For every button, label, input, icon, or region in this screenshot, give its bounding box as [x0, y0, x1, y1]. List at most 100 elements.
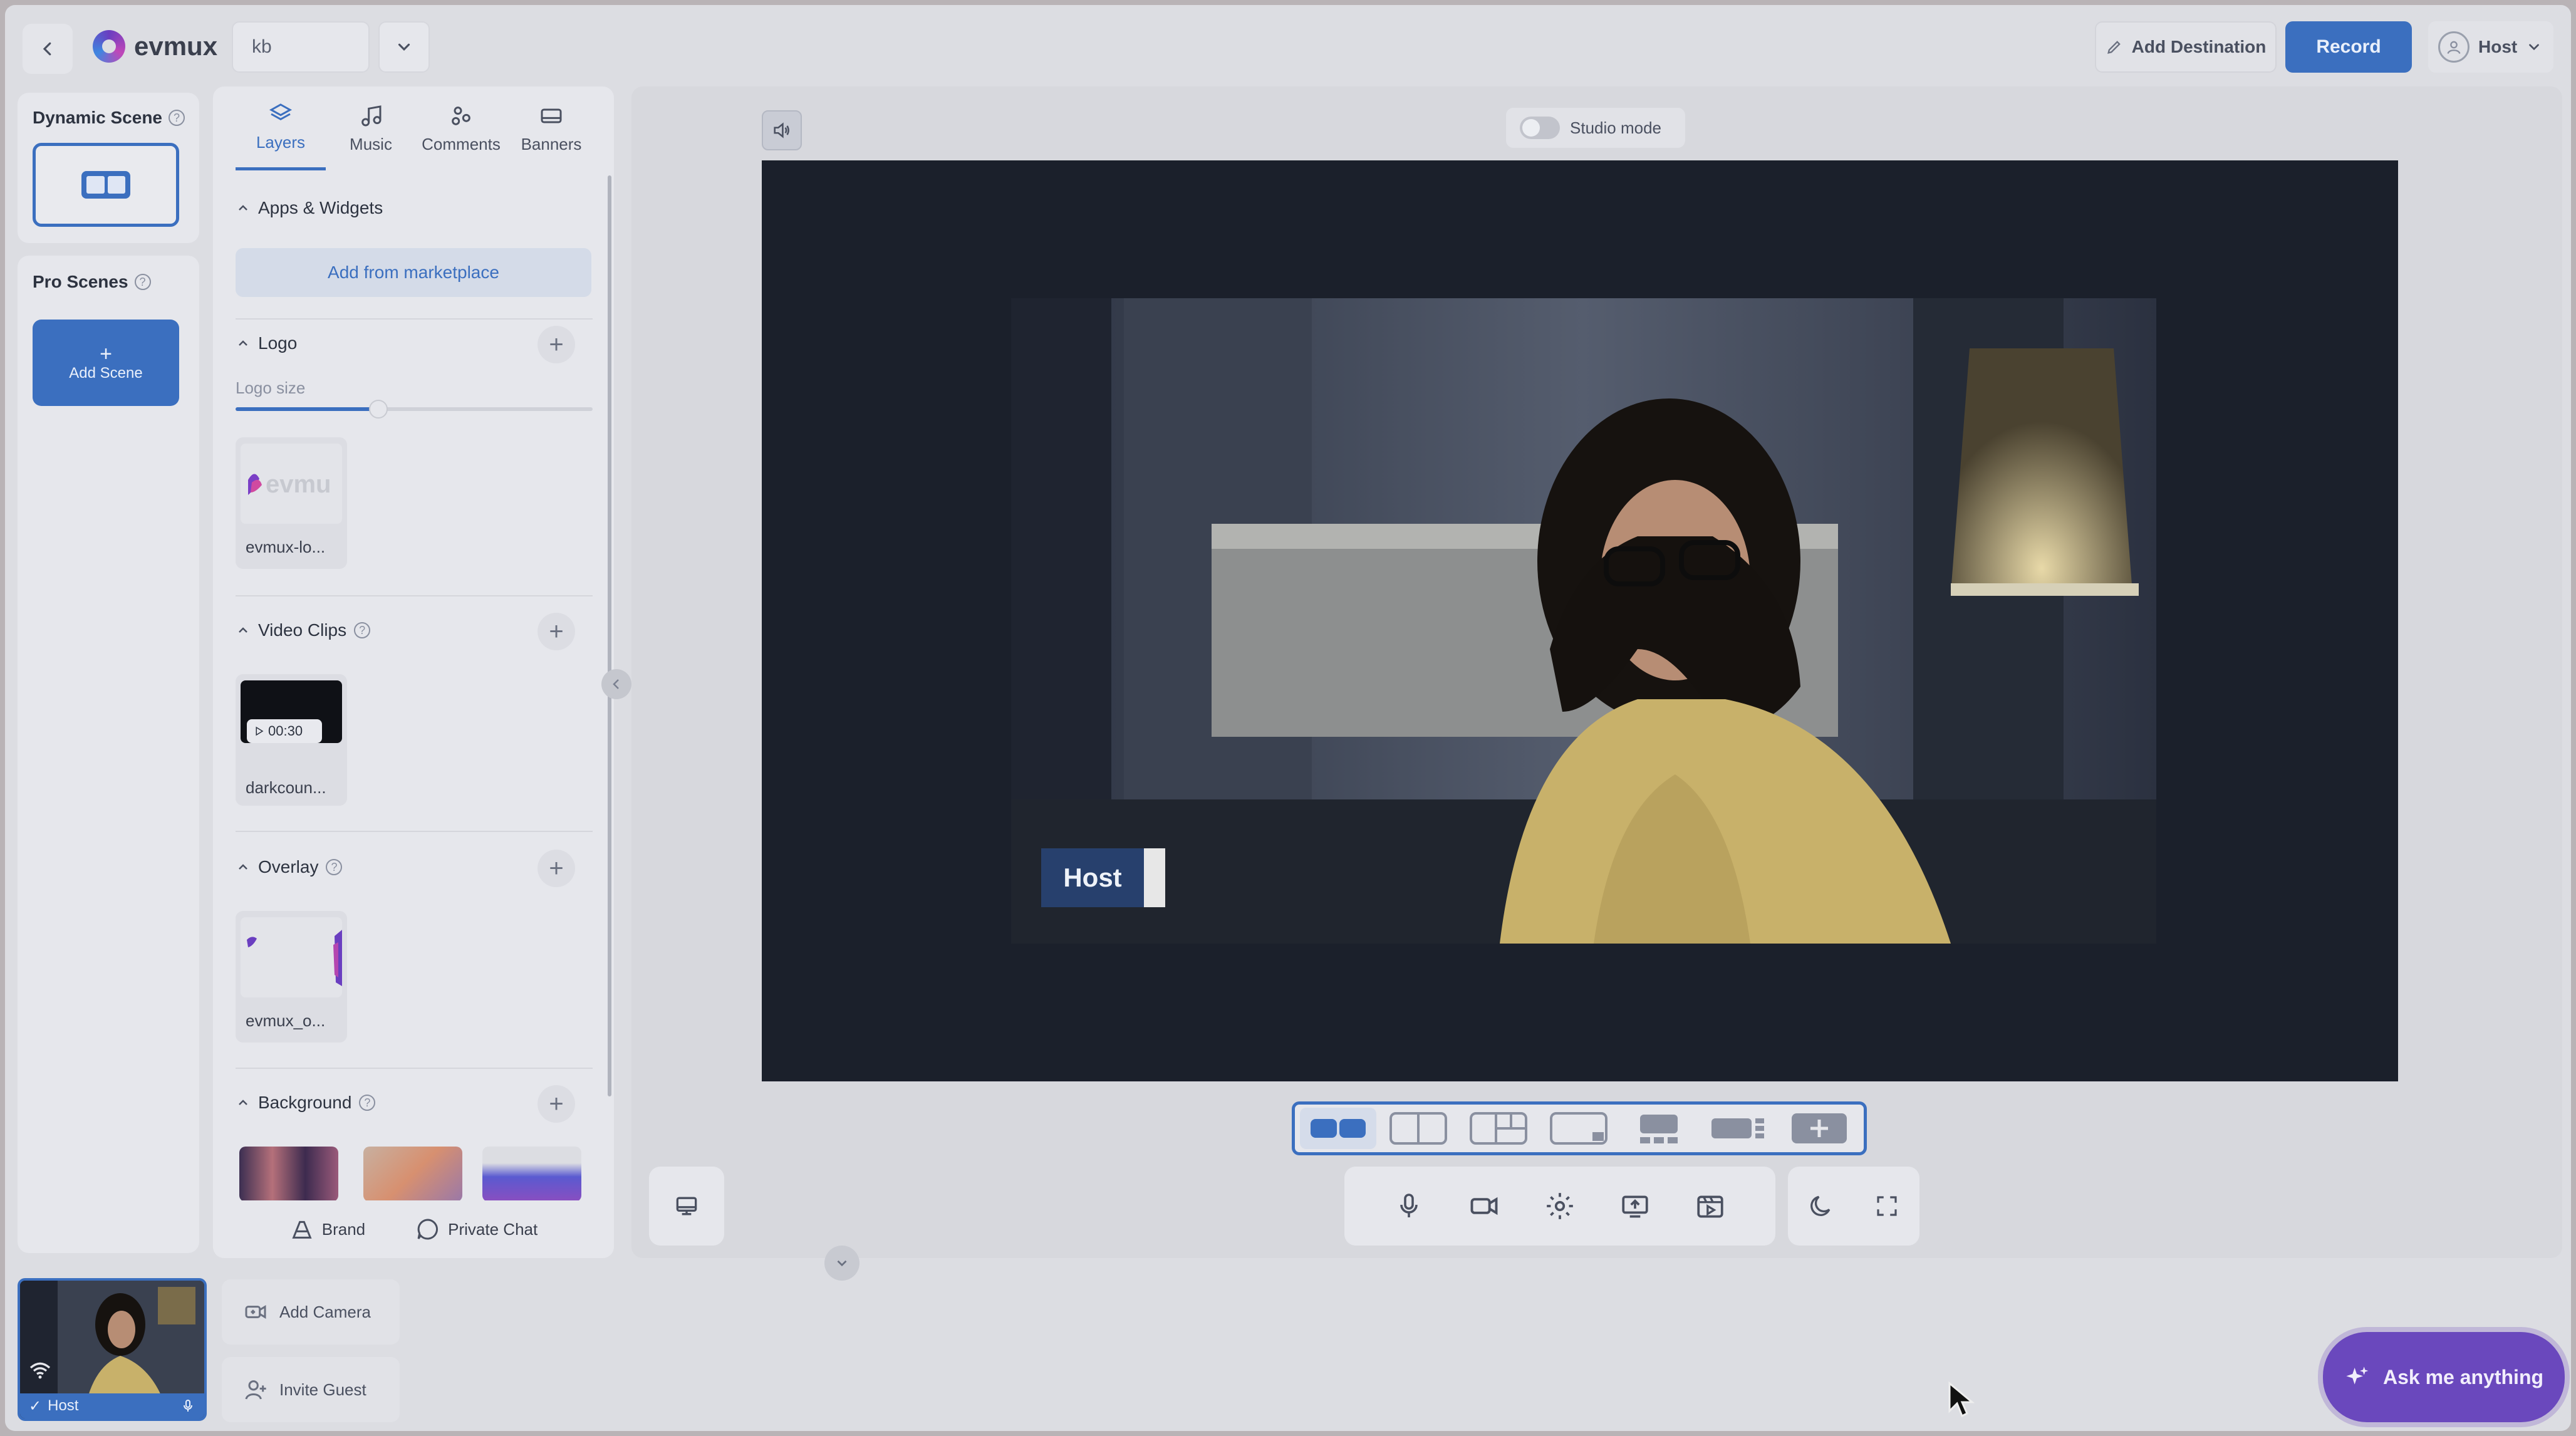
- audio-button[interactable]: [762, 110, 802, 150]
- chevron-up-icon: [239, 1100, 247, 1105]
- add-background-button[interactable]: +: [538, 1085, 575, 1123]
- fullscreen-icon[interactable]: [1874, 1193, 1900, 1219]
- pro-scenes-card: Pro Scenes ? + Add Scene: [18, 256, 199, 1253]
- collapse-panel-button[interactable]: [601, 669, 631, 699]
- add-layout-button[interactable]: [1781, 1108, 1857, 1149]
- name-tag[interactable]: Host: [1041, 848, 1165, 907]
- chevron-up-icon: [239, 627, 247, 633]
- background-thumbnail[interactable]: [363, 1147, 462, 1202]
- user-menu[interactable]: Host: [2428, 21, 2553, 73]
- media-library-icon[interactable]: [1695, 1190, 1726, 1222]
- layout-pip-button[interactable]: [1540, 1108, 1617, 1149]
- invite-guest-button[interactable]: Invite Guest: [222, 1357, 400, 1422]
- video-asset-name: darkcoun...: [246, 778, 326, 797]
- help-icon[interactable]: ?: [354, 622, 371, 638]
- video-clips-section-header[interactable]: Video Clips ?: [236, 620, 371, 640]
- overlay-section-header[interactable]: Overlay ?: [236, 857, 343, 877]
- overlay-asset-card[interactable]: evmux_o...: [236, 911, 347, 1043]
- logo-asset-card[interactable]: evmu evmux-lo...: [236, 437, 347, 569]
- play-icon: [256, 726, 264, 736]
- share-screen-icon[interactable]: [1619, 1190, 1651, 1222]
- comments-icon: [452, 106, 470, 125]
- monitor-icon: [676, 1197, 697, 1215]
- tab-comments[interactable]: Comments: [416, 86, 506, 170]
- help-icon[interactable]: ?: [359, 1095, 376, 1111]
- background-thumbnail[interactable]: [482, 1147, 581, 1202]
- microphone-icon[interactable]: [1394, 1191, 1424, 1221]
- tab-banners[interactable]: Banners: [506, 86, 596, 170]
- chevron-up-icon: [239, 864, 247, 870]
- logo-size-slider[interactable]: [236, 400, 593, 419]
- add-camera-button[interactable]: Add Camera: [222, 1279, 400, 1345]
- add-video-clip-button[interactable]: +: [538, 613, 575, 650]
- plus-icon: +: [549, 1090, 564, 1118]
- scene-dropdown-button[interactable]: [378, 21, 430, 73]
- help-icon[interactable]: ?: [169, 110, 185, 126]
- panel-scrollbar[interactable]: [608, 175, 611, 1096]
- slider-handle[interactable]: [369, 400, 388, 419]
- add-overlay-button[interactable]: +: [538, 850, 575, 887]
- tab-comments-label: Comments: [422, 134, 501, 153]
- add-scene-label: Add Scene: [69, 365, 143, 382]
- dark-mode-icon[interactable]: [1807, 1192, 1835, 1220]
- layout-split-button[interactable]: [1380, 1108, 1457, 1149]
- logo-asset-thumbnail: evmu: [241, 444, 342, 524]
- layout-split-icon: [1389, 1112, 1447, 1145]
- add-logo-button[interactable]: +: [538, 326, 575, 363]
- help-icon[interactable]: ?: [326, 859, 343, 875]
- expand-bottom-button[interactable]: [824, 1246, 860, 1281]
- overlay-graphic-icon: [247, 930, 342, 986]
- host-tile-label: Host: [48, 1397, 79, 1414]
- layout-grid-button[interactable]: [1460, 1108, 1537, 1149]
- tab-music[interactable]: Music: [326, 86, 416, 170]
- camera-icon[interactable]: [1468, 1190, 1500, 1222]
- plus-icon: +: [549, 330, 564, 358]
- layout-sidebar-icon: [1711, 1118, 1764, 1138]
- mouse-cursor-icon: [1948, 1381, 1975, 1418]
- logo-asset-name: evmux-lo...: [246, 538, 326, 556]
- ask-me-anything-button[interactable]: Ask me anything: [2323, 1332, 2565, 1422]
- host-camera-tile[interactable]: ✓ Host: [18, 1278, 207, 1421]
- scene-name-input[interactable]: kb: [232, 21, 370, 73]
- host-tile-bar: ✓ Host: [20, 1393, 204, 1418]
- toggle-switch[interactable]: [1520, 117, 1560, 139]
- ask-label: Ask me anything: [2382, 1365, 2544, 1388]
- back-button[interactable]: [23, 24, 73, 74]
- background-section-header[interactable]: Background ?: [236, 1093, 376, 1113]
- video-asset-card[interactable]: 14 00:30 darkcoun...: [236, 674, 347, 806]
- brand-button[interactable]: Brand: [289, 1217, 365, 1242]
- logo-section-header[interactable]: Logo: [236, 333, 297, 353]
- studio-mode-toggle[interactable]: Studio mode: [1506, 108, 1685, 148]
- private-chat-label: Private Chat: [448, 1219, 538, 1239]
- pro-scenes-label: Pro Scenes: [33, 272, 128, 291]
- sparkle-icon: [2346, 1366, 2369, 1385]
- chevron-down-icon: [398, 43, 410, 51]
- add-scene-button[interactable]: + Add Scene: [33, 320, 179, 406]
- background-thumbnail[interactable]: [239, 1147, 338, 1202]
- display-settings-button[interactable]: [649, 1167, 724, 1246]
- help-icon[interactable]: ?: [134, 274, 151, 290]
- layout-presenter-button[interactable]: [1621, 1108, 1697, 1149]
- app-window: evmux kb Add Destination Record Host Dyn…: [5, 5, 2571, 1431]
- chevron-down-icon: [837, 1260, 847, 1267]
- microphone-icon[interactable]: [180, 1398, 195, 1413]
- invite-guest-label: Invite Guest: [279, 1380, 366, 1399]
- record-button[interactable]: Record: [2285, 21, 2412, 73]
- dynamic-scene-card: Dynamic Scene ?: [18, 93, 199, 243]
- plus-icon: +: [549, 617, 564, 645]
- layout-sidebar-button[interactable]: [1701, 1108, 1777, 1149]
- layout-two-side-by-side-button[interactable]: [1300, 1108, 1376, 1149]
- add-from-marketplace-button[interactable]: Add from marketplace: [236, 248, 591, 297]
- name-tag-accent: [1144, 848, 1165, 907]
- panel-footer: Brand Private Chat: [213, 1200, 614, 1258]
- dynamic-scene-thumbnail[interactable]: [33, 143, 179, 227]
- tab-layers[interactable]: Layers: [236, 86, 326, 170]
- settings-icon[interactable]: [1544, 1190, 1576, 1222]
- tab-music-label: Music: [350, 134, 392, 153]
- private-chat-button[interactable]: Private Chat: [415, 1217, 538, 1242]
- slider-fill: [236, 407, 378, 411]
- layout-grid-icon: [1470, 1112, 1527, 1145]
- host-video[interactable]: [1011, 298, 2156, 944]
- add-destination-button[interactable]: Add Destination: [2095, 21, 2277, 73]
- apps-widgets-section-header[interactable]: Apps & Widgets: [236, 198, 383, 218]
